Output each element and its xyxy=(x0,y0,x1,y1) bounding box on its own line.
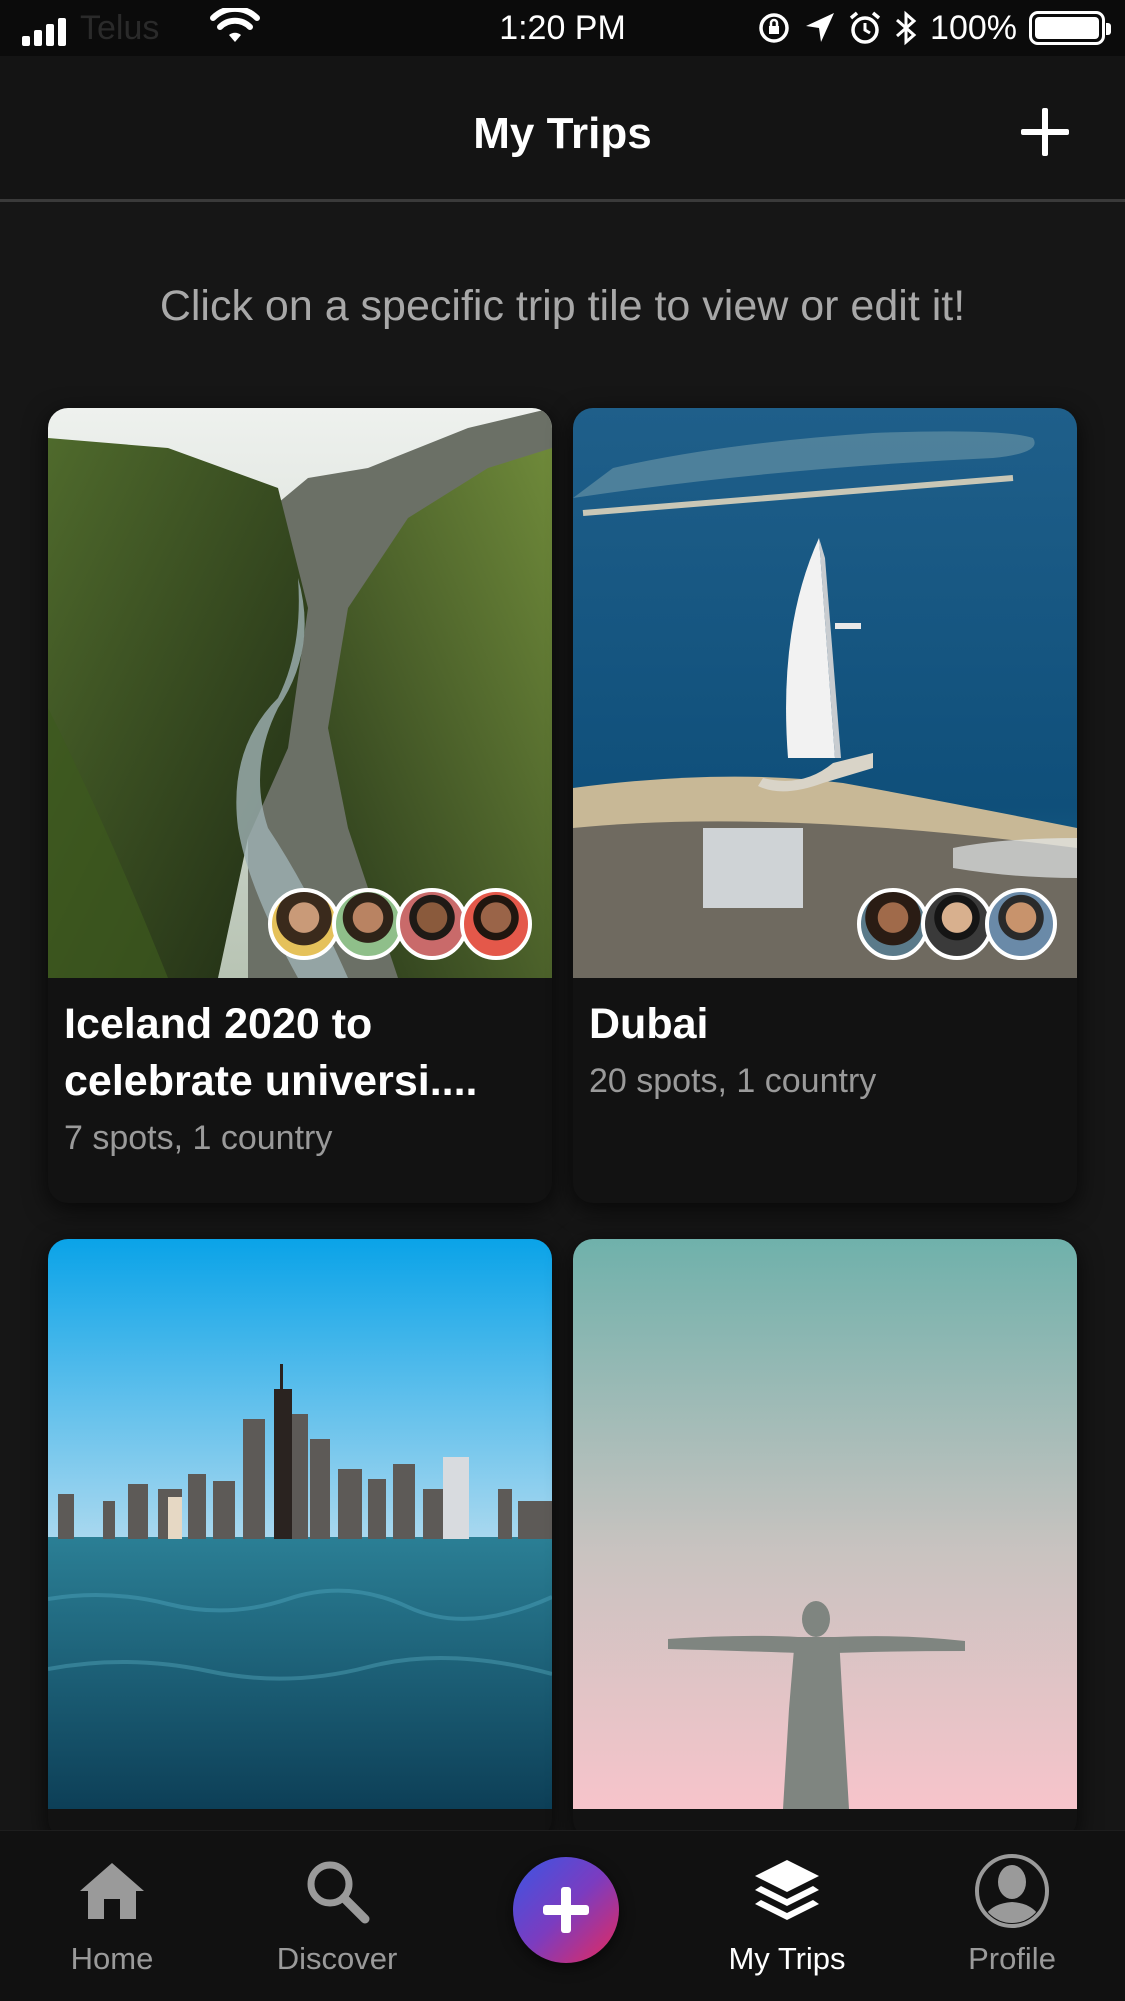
tab-my-trips[interactable]: My Trips xyxy=(687,1851,887,1977)
tab-label: My Trips xyxy=(728,1941,846,1976)
create-trip-button[interactable] xyxy=(513,1857,619,1963)
my-trips-screen: Telus 1:20 PM 100% My Trips Click on a s… xyxy=(0,0,1125,2001)
profile-icon xyxy=(912,1851,1112,1931)
status-bar: Telus 1:20 PM 100% xyxy=(0,0,1125,56)
alarm-icon xyxy=(849,11,881,44)
instruction-text: Click on a specific trip tile to view or… xyxy=(159,282,966,330)
battery-icon xyxy=(1029,11,1111,45)
tab-discover[interactable]: Discover xyxy=(237,1851,437,1977)
status-right: 100% xyxy=(756,8,1111,48)
member-avatar xyxy=(857,888,929,960)
location-arrow-icon xyxy=(806,13,835,42)
page-title: My Trips xyxy=(473,109,652,158)
add-trip-button[interactable] xyxy=(1015,102,1075,162)
member-avatar xyxy=(460,888,532,960)
trip-title-line: Iceland 2020 to xyxy=(64,1000,373,1048)
tab-label: Discover xyxy=(276,1941,398,1976)
search-icon xyxy=(237,1851,437,1931)
home-icon xyxy=(12,1851,212,1931)
member-avatar xyxy=(985,888,1057,960)
trip-members xyxy=(857,888,1057,960)
member-avatar xyxy=(268,888,340,960)
trip-meta: 20 spots, 1 country xyxy=(589,1062,877,1100)
trip-title: Iceland 2020 to celebrate universi.... xyxy=(64,996,536,1110)
tab-label: Home xyxy=(70,1941,154,1976)
trip-photo-skyline xyxy=(48,1239,552,1809)
member-avatar xyxy=(332,888,404,960)
trip-photo-canyon xyxy=(48,408,552,978)
battery-percent: 100% xyxy=(930,8,1017,47)
trip-photo-burj-al-arab xyxy=(573,408,1077,978)
tab-profile[interactable]: Profile xyxy=(912,1851,1112,1977)
trip-card-chicago[interactable] xyxy=(48,1239,552,1839)
tab-label: Profile xyxy=(968,1941,1056,1976)
bluetooth-icon xyxy=(896,10,917,46)
trip-title: Dubai xyxy=(589,1000,709,1048)
orientation-lock-icon xyxy=(759,13,789,43)
trip-meta: 7 spots, 1 country xyxy=(64,1119,333,1157)
tab-home[interactable]: Home xyxy=(12,1851,212,1977)
trip-card-dubai[interactable]: Dubai 20 spots, 1 country xyxy=(573,408,1077,1203)
trip-card-iceland[interactable]: Iceland 2020 to celebrate universi.... 7… xyxy=(48,408,552,1203)
member-avatar xyxy=(396,888,468,960)
trip-card-rio[interactable] xyxy=(573,1239,1077,1839)
trip-photo-christ-the-redeemer xyxy=(573,1239,1077,1809)
member-avatar xyxy=(921,888,993,960)
trip-info: Iceland 2020 to celebrate universi.... 7… xyxy=(48,978,552,1160)
navigation-bar: My Trips xyxy=(0,56,1125,202)
layers-icon xyxy=(687,1851,887,1931)
trip-members xyxy=(268,888,532,960)
trip-title-line: celebrate universi.... xyxy=(64,1057,478,1105)
trip-info: Dubai 20 spots, 1 country xyxy=(573,978,1077,1103)
